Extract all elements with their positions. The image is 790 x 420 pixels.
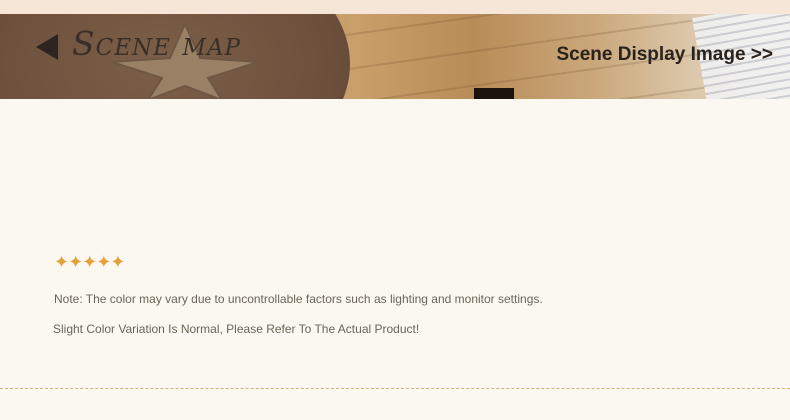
- color-note: Note: The color may vary due to uncontro…: [54, 292, 543, 306]
- variation-note: Slight Color Variation Is Normal, Please…: [53, 322, 420, 336]
- scene-display-image-link[interactable]: Scene Display Image >>: [556, 44, 773, 66]
- stars-decoration: ✦✦✦✦✦: [54, 252, 125, 272]
- top-strip: [0, 0, 790, 14]
- left-triangle-arrow-icon[interactable]: [36, 34, 58, 60]
- dark-block: [474, 88, 514, 99]
- scene-map-title: Scene map: [72, 24, 242, 63]
- dashed-divider: [0, 388, 790, 389]
